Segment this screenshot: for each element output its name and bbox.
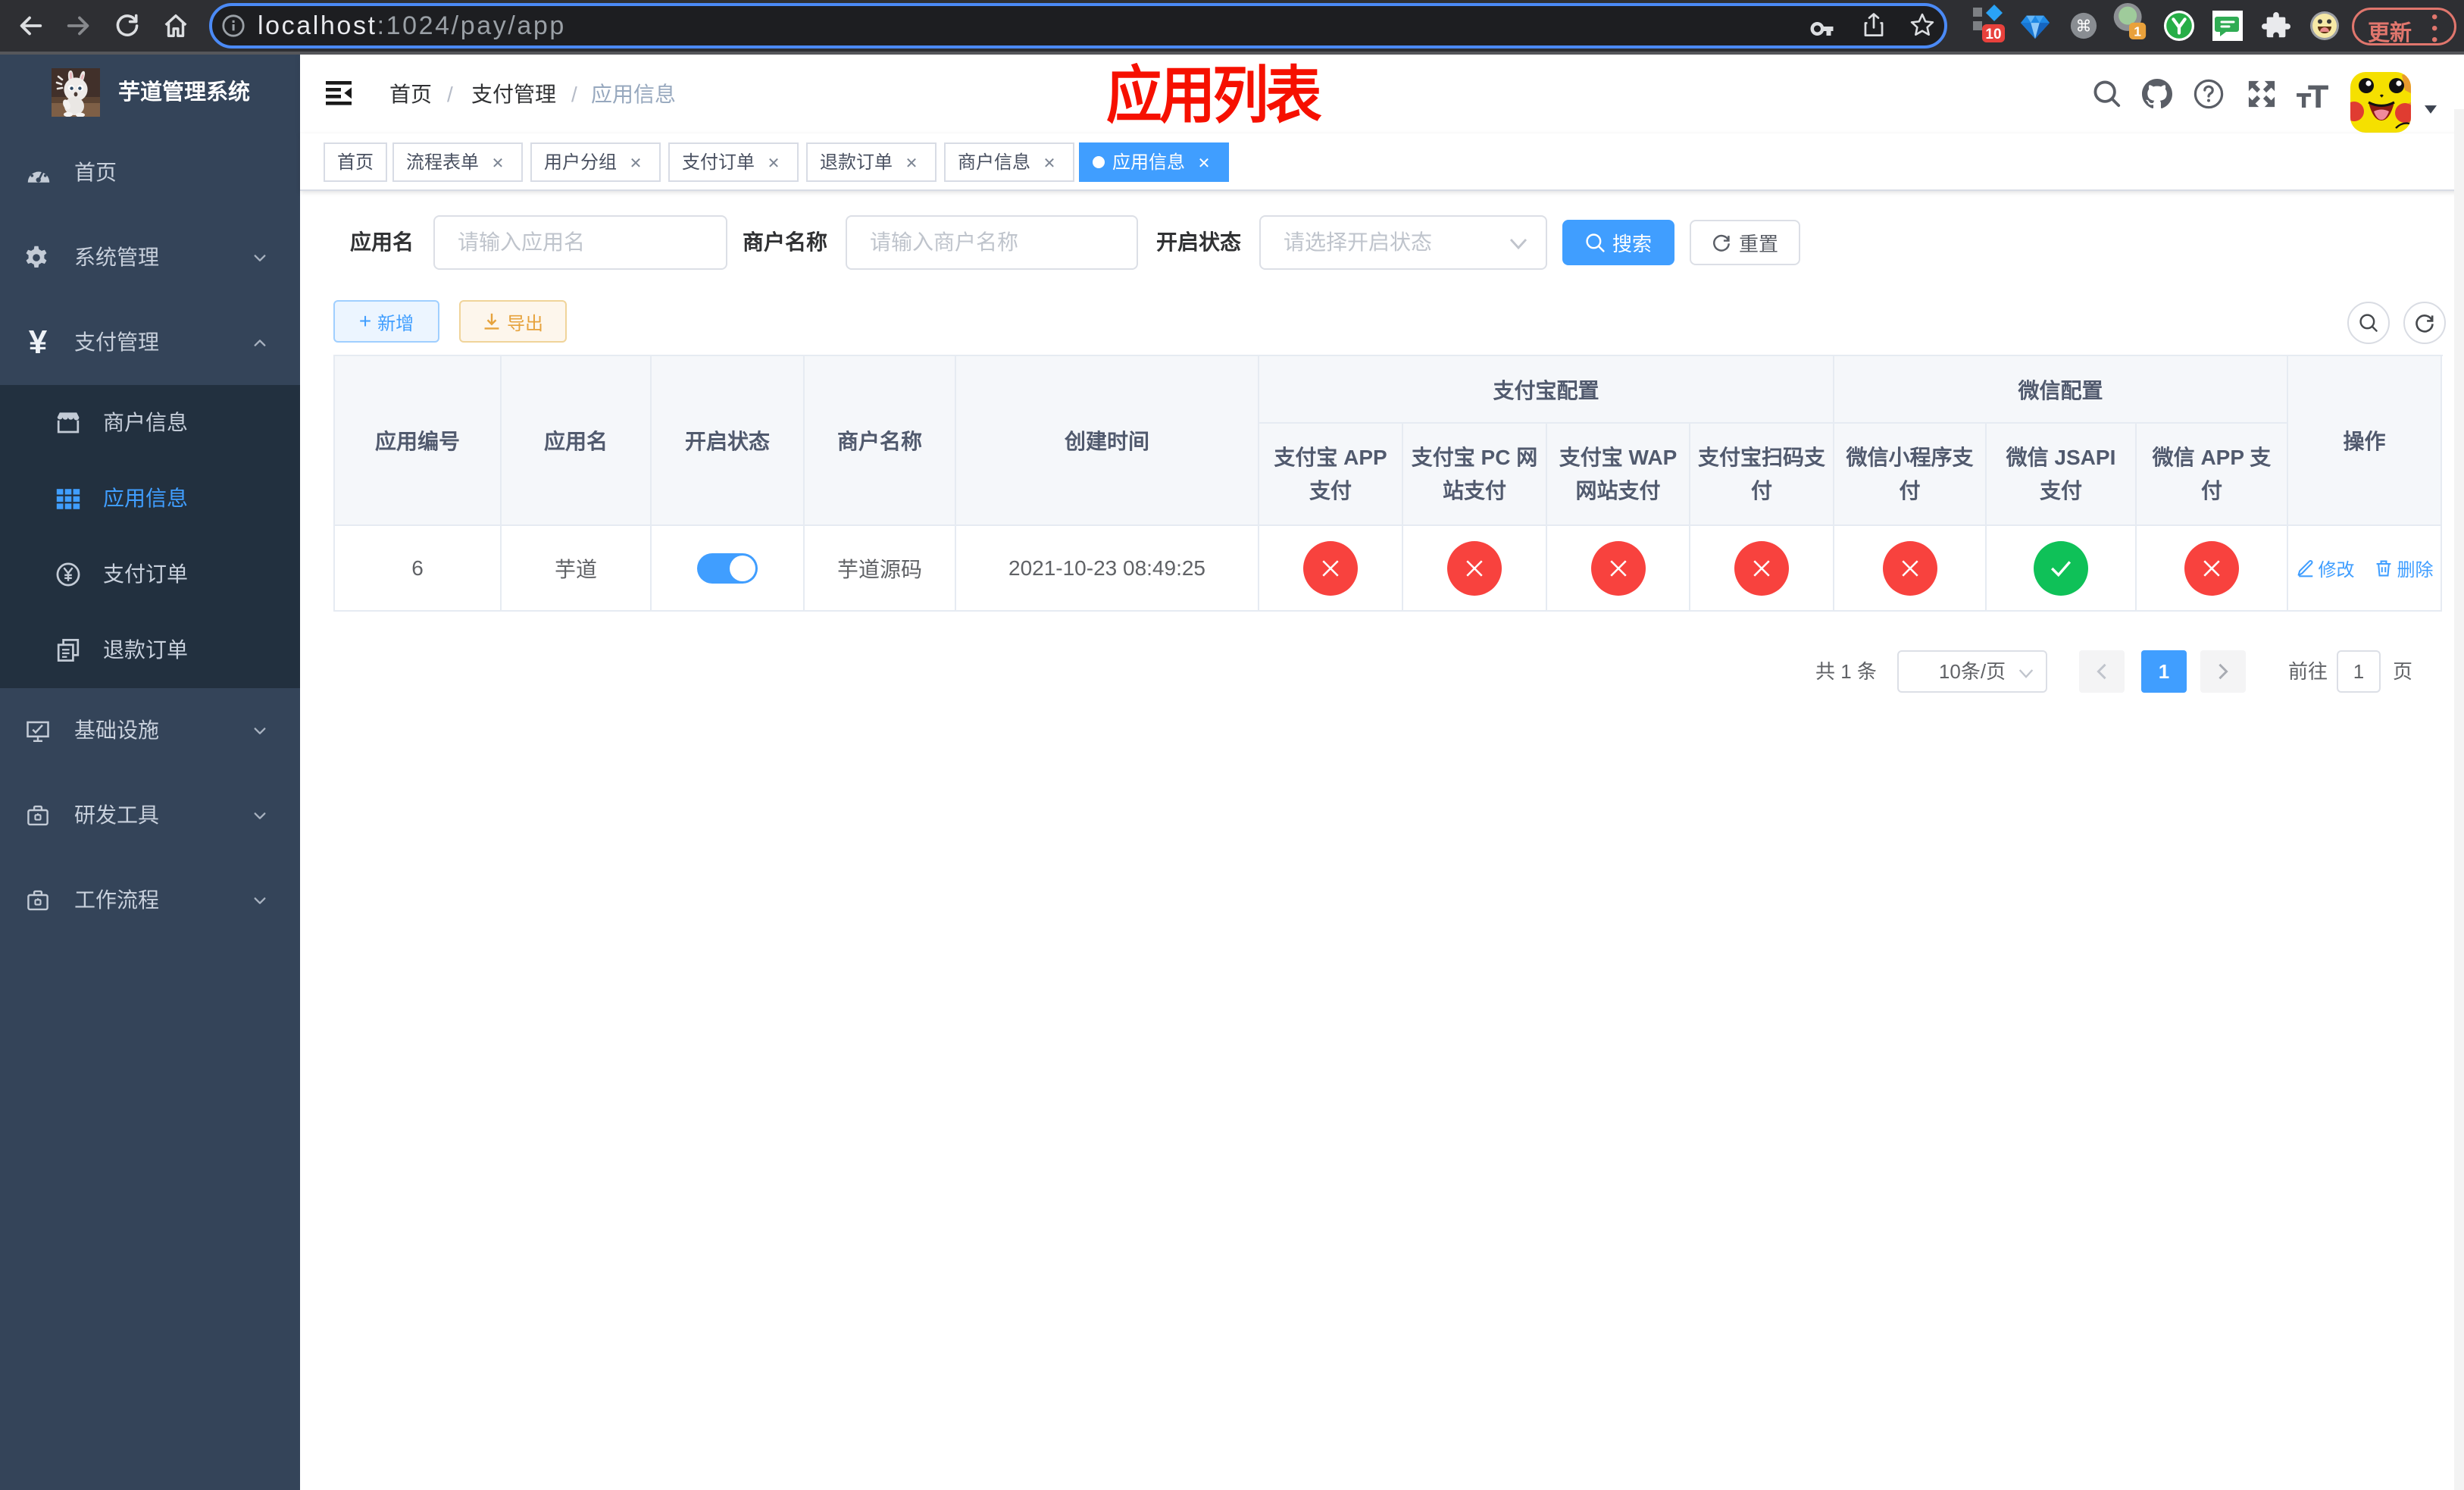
svg-text:⌘: ⌘	[2076, 18, 2092, 36]
svg-text:1: 1	[2134, 23, 2141, 39]
svg-text:10: 10	[1985, 27, 2001, 42]
